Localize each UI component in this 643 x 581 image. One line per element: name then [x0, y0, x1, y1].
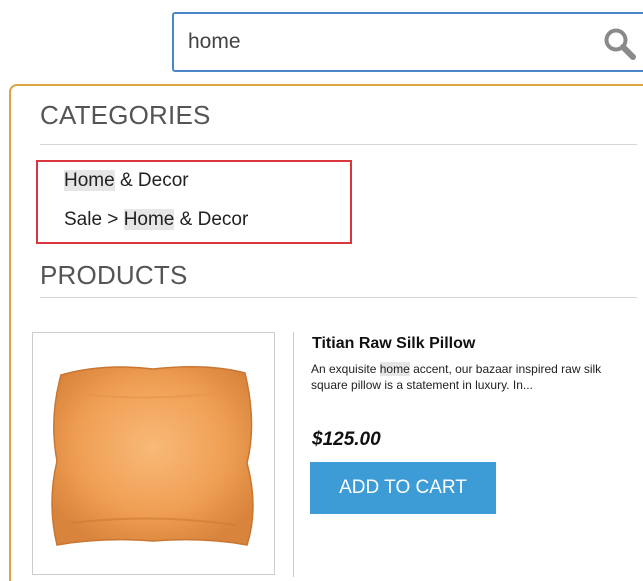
products-heading: PRODUCTS [40, 260, 188, 290]
product-image[interactable] [32, 332, 275, 575]
category-label: & Decor [114, 170, 189, 191]
product-price: $125.00 [312, 429, 381, 450]
category-item-sale-home-decor[interactable]: Sale > Home & Decor [64, 209, 248, 231]
search-box[interactable] [172, 12, 643, 72]
description-text: An exquisite [311, 362, 380, 376]
page: CATEGORIES Home & Decor Sale > Home & De… [0, 0, 643, 581]
autocomplete-dropdown: CATEGORIES Home & Decor Sale > Home & De… [9, 84, 643, 581]
match-highlight: Home [64, 170, 115, 191]
match-highlight: home [379, 362, 410, 376]
category-label: & Decor [174, 209, 249, 230]
categories-heading: CATEGORIES [40, 100, 211, 130]
search-input[interactable] [188, 14, 568, 70]
product-description: An exquisite home accent, our bazaar ins… [311, 361, 641, 393]
products-divider [40, 297, 637, 298]
match-highlight: Home [123, 209, 175, 230]
product-divider [293, 332, 294, 577]
pillow-image [51, 366, 254, 546]
product-name[interactable]: Titian Raw Silk Pillow [312, 335, 475, 353]
category-item-home-decor[interactable]: Home & Decor [64, 170, 189, 192]
search-icon[interactable] [602, 26, 638, 62]
category-prefix: Sale > [64, 209, 124, 230]
add-to-cart-button[interactable]: ADD TO CART [310, 462, 496, 514]
categories-divider [40, 144, 637, 145]
